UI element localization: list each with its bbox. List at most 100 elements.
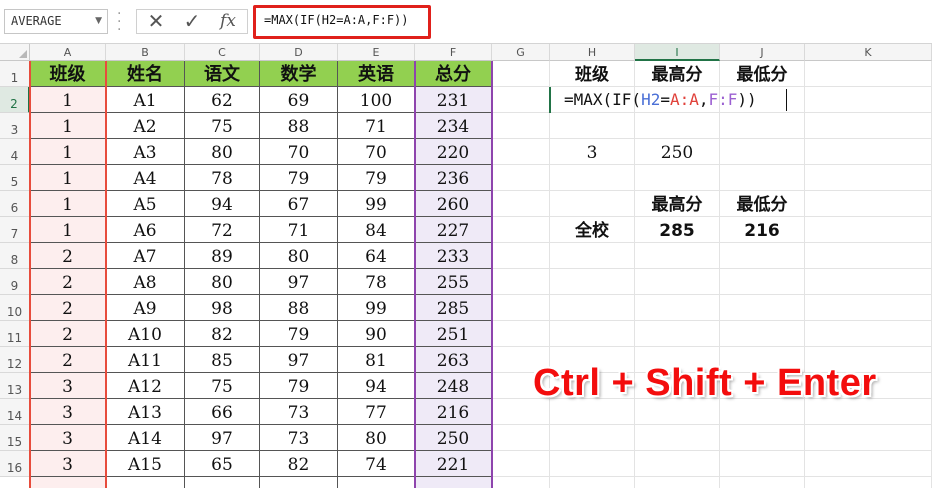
table-cell-d12[interactable]: 97	[260, 347, 338, 373]
table-cell-c12[interactable]: 85	[185, 347, 260, 373]
table-cell-d7[interactable]: 71	[260, 217, 338, 243]
table-cell-e4[interactable]: 70	[338, 139, 415, 165]
table-cell-b7[interactable]: A6	[106, 217, 185, 243]
checkmark-icon[interactable]: ✓	[175, 10, 209, 33]
row-header-14[interactable]: 14	[0, 399, 30, 425]
grid-cell[interactable]	[720, 451, 805, 477]
table-cell-f14[interactable]: 216	[415, 399, 492, 425]
grid-cell[interactable]	[550, 113, 635, 139]
table-cell-b6[interactable]: A5	[106, 191, 185, 217]
grid-cell[interactable]	[635, 451, 720, 477]
grid-cell[interactable]	[720, 425, 805, 451]
table-cell-e3[interactable]: 71	[338, 113, 415, 139]
table-cell-f2[interactable]: 231	[415, 87, 492, 113]
grid-cell[interactable]	[492, 139, 550, 165]
table-cell-b16[interactable]: A15	[106, 451, 185, 477]
table-cell-b13[interactable]: A12	[106, 373, 185, 399]
grid-cell[interactable]	[492, 477, 550, 488]
grid-cell[interactable]	[720, 295, 805, 321]
table-cell-a7[interactable]: 1	[30, 217, 106, 243]
table-cell-a5[interactable]: 1	[30, 165, 106, 191]
table-cell-f5[interactable]: 236	[415, 165, 492, 191]
row-header-11[interactable]: 11	[0, 321, 30, 347]
table-cell-b8[interactable]: A7	[106, 243, 185, 269]
table-cell-d14[interactable]: 73	[260, 399, 338, 425]
grid-cell[interactable]	[805, 191, 932, 217]
table-cell-c4[interactable]: 80	[185, 139, 260, 165]
grid-cell[interactable]	[805, 425, 932, 451]
table-cell-c7[interactable]: 72	[185, 217, 260, 243]
grid-cell[interactable]	[805, 139, 932, 165]
insert-function-icon[interactable]: fx	[211, 10, 245, 33]
grid-cell[interactable]	[805, 243, 932, 269]
grid-cell[interactable]	[720, 243, 805, 269]
table-cell-c15[interactable]: 97	[185, 425, 260, 451]
name-box[interactable]: AVERAGE ▼	[4, 9, 108, 34]
grid-cell[interactable]	[720, 477, 805, 488]
grid-cell[interactable]	[550, 425, 635, 451]
table-cell-d3[interactable]: 88	[260, 113, 338, 139]
table-cell-d10[interactable]: 88	[260, 295, 338, 321]
table-cell-a13[interactable]: 3	[30, 373, 106, 399]
table-cell-f13[interactable]: 248	[415, 373, 492, 399]
grid-cell[interactable]	[492, 451, 550, 477]
grid-cell[interactable]	[805, 113, 932, 139]
table-cell-f11[interactable]: 251	[415, 321, 492, 347]
column-header-b[interactable]: B	[106, 44, 185, 61]
grid-cell[interactable]	[550, 321, 635, 347]
table-cell-e8[interactable]: 64	[338, 243, 415, 269]
column-header-h[interactable]: H	[550, 44, 635, 61]
table-cell-f15[interactable]: 250	[415, 425, 492, 451]
table-cell-b14[interactable]: A13	[106, 399, 185, 425]
table-cell-d8[interactable]: 80	[260, 243, 338, 269]
grid-cell[interactable]	[805, 217, 932, 243]
table-header-d[interactable]: 数学	[260, 61, 338, 87]
grid-cell[interactable]	[492, 295, 550, 321]
grid-cell[interactable]	[720, 321, 805, 347]
column-header-d[interactable]: D	[260, 44, 338, 61]
table-cell-d5[interactable]: 79	[260, 165, 338, 191]
column-header-f[interactable]: F	[415, 44, 492, 61]
table-cell-a2[interactable]: 1	[30, 87, 106, 113]
table-cell-f7[interactable]: 227	[415, 217, 492, 243]
table-cell-c14[interactable]: 66	[185, 399, 260, 425]
table-cell-b12[interactable]: A11	[106, 347, 185, 373]
row-header-15[interactable]: 15	[0, 425, 30, 451]
table-cell-d17[interactable]	[260, 477, 338, 488]
row-header-2[interactable]: 2	[0, 87, 30, 113]
column-header-j[interactable]: J	[720, 44, 805, 61]
summary-class-value[interactable]: 3	[550, 139, 635, 165]
table-cell-c3[interactable]: 75	[185, 113, 260, 139]
column-header-e[interactable]: E	[338, 44, 415, 61]
school-header-min[interactable]: 最低分	[720, 191, 805, 217]
grid-cell[interactable]	[492, 321, 550, 347]
table-cell-a4[interactable]: 1	[30, 139, 106, 165]
table-cell-d4[interactable]: 70	[260, 139, 338, 165]
table-cell-f8[interactable]: 233	[415, 243, 492, 269]
table-header-b[interactable]: 姓名	[106, 61, 185, 87]
table-cell-e15[interactable]: 80	[338, 425, 415, 451]
table-cell-a3[interactable]: 1	[30, 113, 106, 139]
grid-cell[interactable]	[492, 87, 550, 113]
summary-header-min[interactable]: 最低分	[720, 61, 805, 87]
school-label[interactable]: 全校	[550, 217, 635, 243]
table-cell-b10[interactable]: A9	[106, 295, 185, 321]
table-cell-b17[interactable]	[106, 477, 185, 488]
table-cell-b11[interactable]: A10	[106, 321, 185, 347]
grid-cell[interactable]	[492, 269, 550, 295]
school-max-value[interactable]: 285	[635, 217, 720, 243]
grid-cell[interactable]	[805, 165, 932, 191]
table-cell-d11[interactable]: 79	[260, 321, 338, 347]
row-header-12[interactable]: 12	[0, 347, 30, 373]
table-cell-d2[interactable]: 69	[260, 87, 338, 113]
grid-cell[interactable]	[720, 165, 805, 191]
summary-header-class[interactable]: 班级	[550, 61, 635, 87]
table-cell-e13[interactable]: 94	[338, 373, 415, 399]
row-header-5[interactable]: 5	[0, 165, 30, 191]
grid-cell[interactable]	[550, 243, 635, 269]
column-header-a[interactable]: A	[30, 44, 106, 61]
table-cell-c2[interactable]: 62	[185, 87, 260, 113]
grid-cell[interactable]	[805, 477, 932, 488]
column-header-k[interactable]: K	[805, 44, 932, 61]
table-cell-d6[interactable]: 67	[260, 191, 338, 217]
